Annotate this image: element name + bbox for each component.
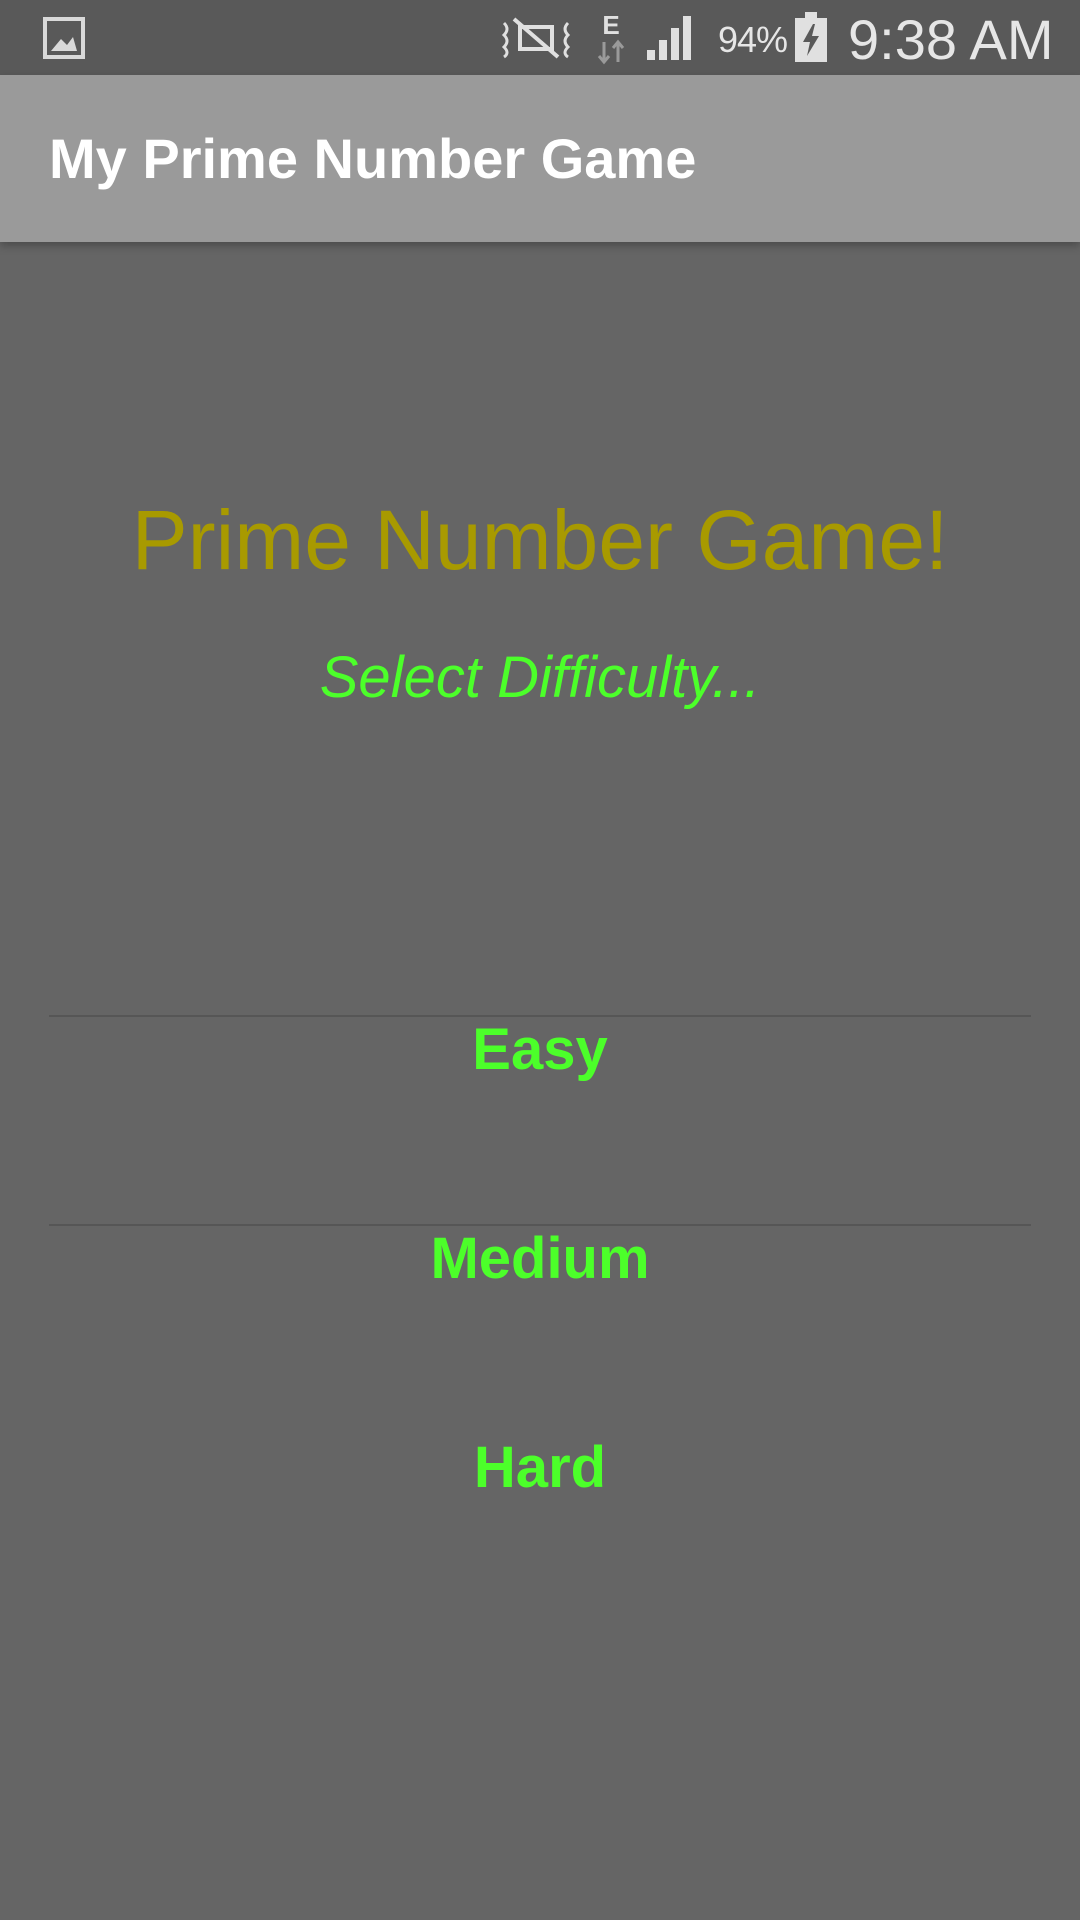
main-content: Prime Number Game! Select Difficulty... … bbox=[0, 242, 1080, 1920]
gallery-icon bbox=[43, 17, 85, 59]
status-bar: E 94% 9:38 AM bbox=[0, 0, 1080, 75]
game-title: Prime Number Game! bbox=[131, 493, 949, 587]
signal-icon bbox=[647, 16, 691, 60]
battery-percentage: 94% bbox=[718, 19, 788, 60]
network-type-label: E bbox=[602, 10, 619, 40]
divider bbox=[49, 1224, 1031, 1226]
difficulty-option-medium[interactable]: Medium bbox=[49, 1155, 1031, 1363]
data-arrows-icon: E bbox=[597, 10, 625, 65]
app-bar: My Prime Number Game bbox=[0, 75, 1080, 242]
difficulty-option-hard[interactable]: Hard bbox=[49, 1364, 1031, 1572]
status-clock: 9:38 AM bbox=[848, 8, 1054, 71]
battery-charging-icon bbox=[795, 12, 827, 62]
divider bbox=[49, 1015, 1031, 1017]
difficulty-option-easy[interactable]: Easy bbox=[49, 946, 1031, 1154]
mute-icon bbox=[501, 17, 571, 59]
difficulty-prompt: Select Difficulty... bbox=[319, 645, 761, 710]
app-title: My Prime Number Game bbox=[49, 127, 697, 190]
